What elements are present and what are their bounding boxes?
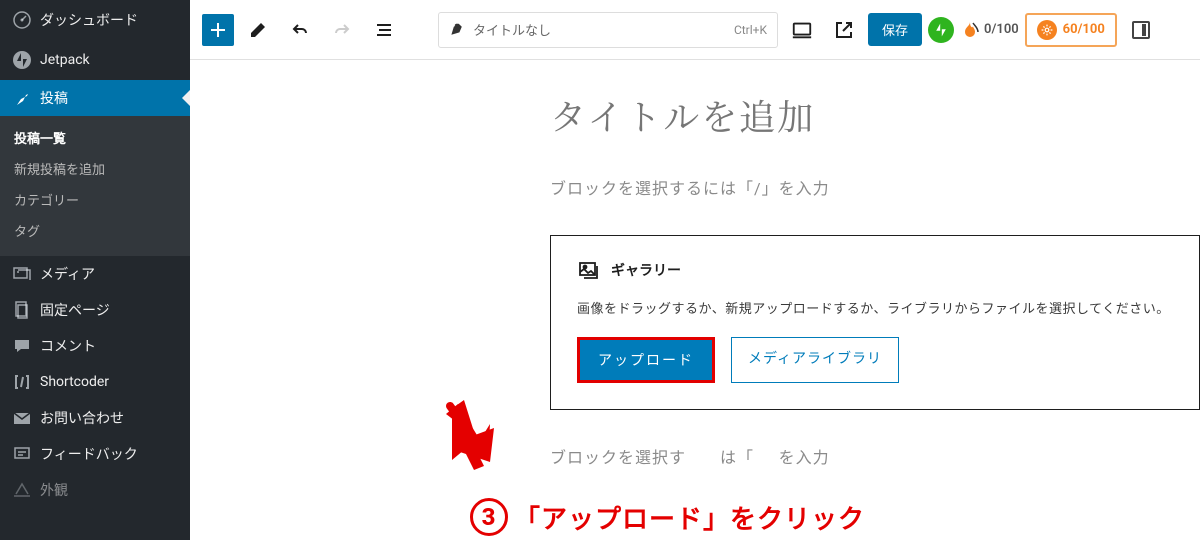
gallery-heading: ギャラリー xyxy=(611,260,681,280)
comment-icon xyxy=(12,336,32,356)
gear-icon xyxy=(1037,20,1057,40)
sidebar-item-label: お問い合わせ xyxy=(40,408,124,428)
block-placeholder[interactable]: ブロックを選択するには「/」を入力 xyxy=(550,175,1200,199)
redo-button[interactable] xyxy=(324,12,360,48)
post-title-input[interactable]: タイトルを追加 xyxy=(550,90,1200,141)
device-preview-button[interactable] xyxy=(784,12,820,48)
sidebar-item-dashboard[interactable]: ダッシュボード xyxy=(0,0,190,40)
pin-icon xyxy=(12,88,32,108)
sidebar-subitem-tags[interactable]: タグ xyxy=(0,215,190,246)
panel-icon xyxy=(1132,21,1150,39)
seo-score-badge[interactable]: 60/100 xyxy=(1025,13,1117,47)
sidebar-item-pages[interactable]: 固定ページ xyxy=(0,292,190,328)
feedback-icon xyxy=(12,444,32,464)
sidebar-item-label: 外観 xyxy=(40,480,68,500)
media-library-button[interactable]: メディアライブラリ xyxy=(731,337,899,383)
seo-score2-value: 60/100 xyxy=(1063,22,1105,37)
mail-icon xyxy=(12,408,32,428)
sidebar-item-label: Shortcoder xyxy=(40,374,109,390)
document-title-field[interactable]: タイトルなし Ctrl+K xyxy=(438,12,778,48)
sidebar-item-feedback[interactable]: フィードバック xyxy=(0,436,190,472)
jetpack-icon xyxy=(12,50,32,70)
sidebar-item-label: 固定ページ xyxy=(40,300,110,320)
seo-score-readability[interactable]: 0/100 xyxy=(960,20,1019,40)
sidebar-item-media[interactable]: メディア xyxy=(0,256,190,292)
gallery-block-header: ギャラリー xyxy=(577,258,1173,282)
sidebar-item-contact[interactable]: お問い合わせ xyxy=(0,400,190,436)
sidebar-item-jetpack[interactable]: Jetpack xyxy=(0,40,190,80)
sidebar-item-label: メディア xyxy=(40,264,95,284)
sidebar-subitem-add-new[interactable]: 新規投稿を追加 xyxy=(0,153,190,184)
page-icon xyxy=(12,300,32,320)
keyboard-hint: Ctrl+K xyxy=(734,23,767,37)
sidebar-submenu-posts: 投稿一覧 新規投稿を追加 カテゴリー タグ xyxy=(0,116,190,256)
sidebar-item-comments[interactable]: コメント xyxy=(0,328,190,364)
jetpack-badge-icon[interactable] xyxy=(928,17,954,43)
admin-sidebar: ダッシュボード Jetpack 投稿 投稿一覧 新規投稿を追加 カテゴリー タグ… xyxy=(0,0,190,540)
edit-mode-button[interactable] xyxy=(240,12,276,48)
shortcoder-icon xyxy=(12,372,32,392)
pen-icon xyxy=(449,22,465,38)
sidebar-item-posts[interactable]: 投稿 xyxy=(0,80,190,116)
media-icon xyxy=(12,264,32,284)
sidebar-item-label: ダッシュボード xyxy=(40,10,138,30)
dashboard-icon xyxy=(12,10,32,30)
flame-icon xyxy=(960,20,980,40)
title-placeholder-text: タイトルなし xyxy=(473,20,551,39)
sidebar-item-shortcoder[interactable]: Shortcoder xyxy=(0,364,190,400)
block-placeholder-2[interactable]: ブロックを選択するには「/」を入力 xyxy=(550,444,1200,468)
sidebar-item-label: 投稿 xyxy=(40,88,68,108)
seo-score-value: 0/100 xyxy=(984,22,1019,37)
gallery-icon xyxy=(577,258,601,282)
upload-button[interactable]: アップロード xyxy=(577,337,715,383)
sidebar-item-label: コメント xyxy=(40,336,96,356)
editor-toolbar: タイトルなし Ctrl+K 保存 0/100 60/100 xyxy=(190,0,1200,60)
sidebar-item-label: Jetpack xyxy=(40,52,90,68)
editor-canvas: タイトルを追加 ブロックを選択するには「/」を入力 ギャラリー 画像をドラッグす… xyxy=(190,60,1200,540)
appearance-icon xyxy=(12,480,32,500)
sidebar-item-appearance[interactable]: 外観 xyxy=(0,472,190,508)
sidebar-item-label: フィードバック xyxy=(40,444,138,464)
outline-button[interactable] xyxy=(366,12,402,48)
gallery-block[interactable]: ギャラリー 画像をドラッグするか、新規アップロードするか、ライブラリからファイル… xyxy=(550,235,1200,410)
settings-panel-toggle[interactable] xyxy=(1123,12,1159,48)
gallery-description: 画像をドラッグするか、新規アップロードするか、ライブラリからファイルを選択してく… xyxy=(577,298,1173,317)
add-block-button[interactable] xyxy=(202,14,234,46)
sidebar-subitem-categories[interactable]: カテゴリー xyxy=(0,184,190,215)
external-preview-button[interactable] xyxy=(826,12,862,48)
undo-button[interactable] xyxy=(282,12,318,48)
save-button[interactable]: 保存 xyxy=(868,13,922,46)
sidebar-subitem-all-posts[interactable]: 投稿一覧 xyxy=(0,122,190,153)
